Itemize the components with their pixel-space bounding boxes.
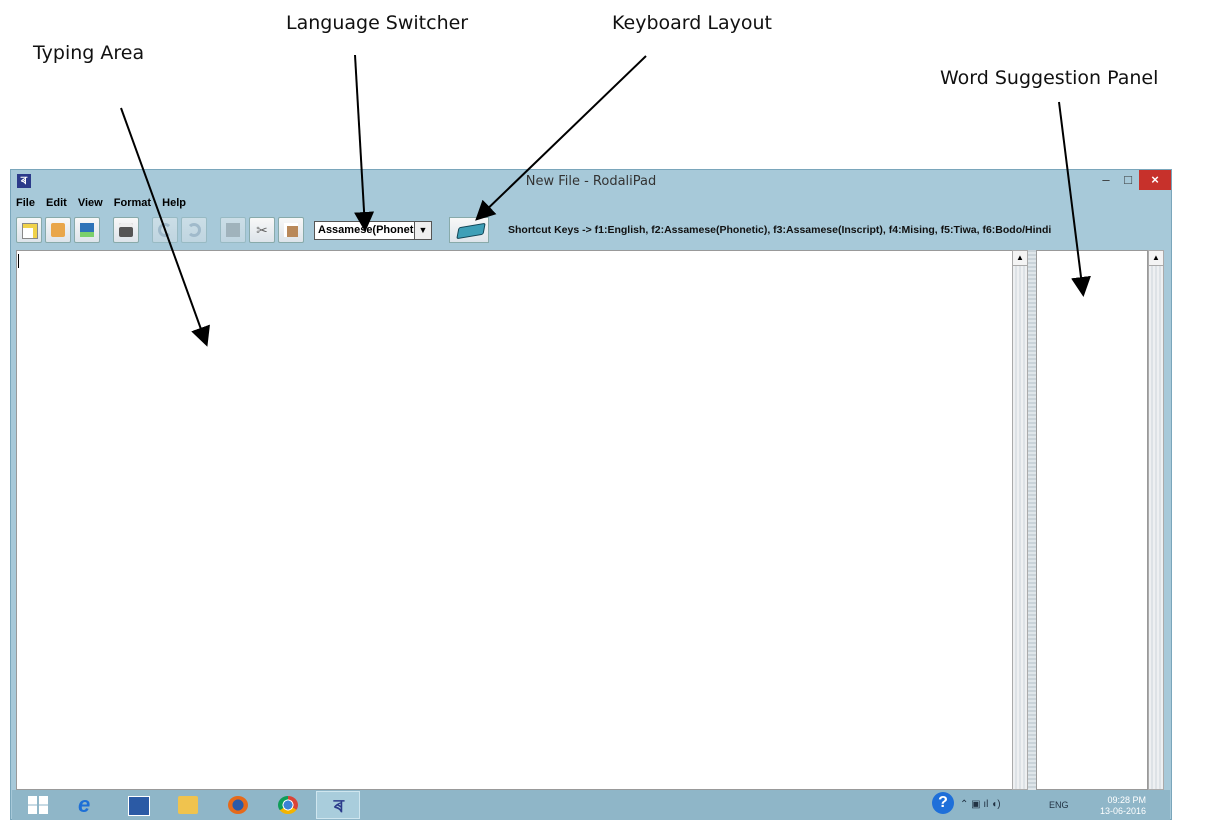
new-file-icon [22,223,38,239]
split-pane-divider[interactable] [1028,250,1036,790]
menu-format[interactable]: Format [114,197,151,209]
taskbar: e ৰ ? ⌃ ▣ ıl ◖) ENG 09:28 PM 13-06-2016 [12,790,1170,820]
file-explorer-icon [178,796,198,814]
language-selected-value: Assamese(Phonetic) [318,224,427,236]
taskbar-firefox[interactable] [216,791,260,819]
maximize-button[interactable]: □ [1117,170,1139,190]
clock-date: 13-06-2016 [1099,806,1146,816]
redo-button[interactable] [181,217,207,243]
scroll-up-arrow-icon[interactable]: ▲ [1013,251,1027,266]
cut-icon: ✂ [256,222,268,238]
internet-explorer-icon: e [78,792,91,817]
chrome-icon [278,796,298,814]
taskbar-file-explorer[interactable] [166,791,210,819]
word-suggestion-panel[interactable] [1036,250,1148,790]
print-icon [119,223,133,237]
save-button[interactable] [74,217,100,243]
word-icon [128,796,150,816]
keyboard-layout-caption: Keyboard Layout [612,12,772,34]
title-bar[interactable]: ৰ New File - RodaliPad – □ × [11,170,1171,194]
new-file-button[interactable] [16,217,42,243]
window-title: New File - RodaliPad [525,174,657,189]
typing-area-scrollbar[interactable]: ▲ [1012,250,1028,790]
cut-button[interactable]: ✂ [249,217,275,243]
scroll-up-arrow-icon[interactable]: ▲ [1149,251,1163,266]
chevron-down-icon[interactable]: ▼ [414,222,431,239]
undo-button[interactable] [152,217,178,243]
taskbar-chrome[interactable] [266,791,310,819]
suggestion-panel-scrollbar[interactable]: ▲ [1148,250,1164,790]
menu-bar: File Edit View Format Help [16,197,194,211]
undo-icon [158,223,172,237]
windows-start-button[interactable] [16,791,60,819]
word-suggestion-caption: Word Suggestion Panel [940,67,1159,89]
save-icon [80,223,94,237]
app-window: ৰ New File - RodaliPad – □ × File Edit V… [10,169,1172,820]
open-file-icon [51,223,65,237]
minimize-button[interactable]: – [1095,170,1117,190]
paste-button[interactable] [278,217,304,243]
windows-start-icon [28,796,48,814]
language-switcher-select[interactable]: Assamese(Phonetic) ▼ [314,221,432,240]
menu-file[interactable]: File [16,197,35,209]
clock-time: 09:28 PM [1107,795,1146,805]
tray-status-icons[interactable]: ⌃ ▣ ıl ◖) [960,799,1001,810]
clock[interactable]: 09:28 PM 13-06-2016 [1092,795,1146,817]
shortcut-keys-text: Shortcut Keys -> f1:English, f2:Assamese… [508,224,1052,236]
input-language-indicator[interactable]: ENG [1049,800,1069,810]
menu-view[interactable]: View [78,197,103,209]
toolbar: ✂ Assamese(Phonetic) ▼ Shortcut Keys -> … [16,217,1166,245]
copy-button[interactable] [220,217,246,243]
firefox-icon [228,796,248,814]
taskbar-word[interactable] [116,791,160,819]
language-switcher-caption: Language Switcher [286,12,469,34]
paste-icon [284,223,298,237]
menu-edit[interactable]: Edit [46,197,67,209]
typing-area-caption: Typing Area [33,42,145,64]
redo-icon [187,223,201,237]
text-caret [18,254,19,268]
rodalipad-icon: ৰ [333,796,345,816]
keyboard-layout-button[interactable] [449,217,489,243]
open-file-button[interactable] [45,217,71,243]
keyboard-icon [456,222,486,240]
print-button[interactable] [113,217,139,243]
taskbar-rodalipad[interactable]: ৰ [316,791,360,819]
taskbar-internet-explorer[interactable]: e [66,791,110,819]
menu-help[interactable]: Help [162,197,186,209]
copy-icon [226,223,240,237]
help-icon[interactable]: ? [932,792,954,814]
close-button[interactable]: × [1139,170,1171,190]
typing-area[interactable] [16,250,1016,790]
